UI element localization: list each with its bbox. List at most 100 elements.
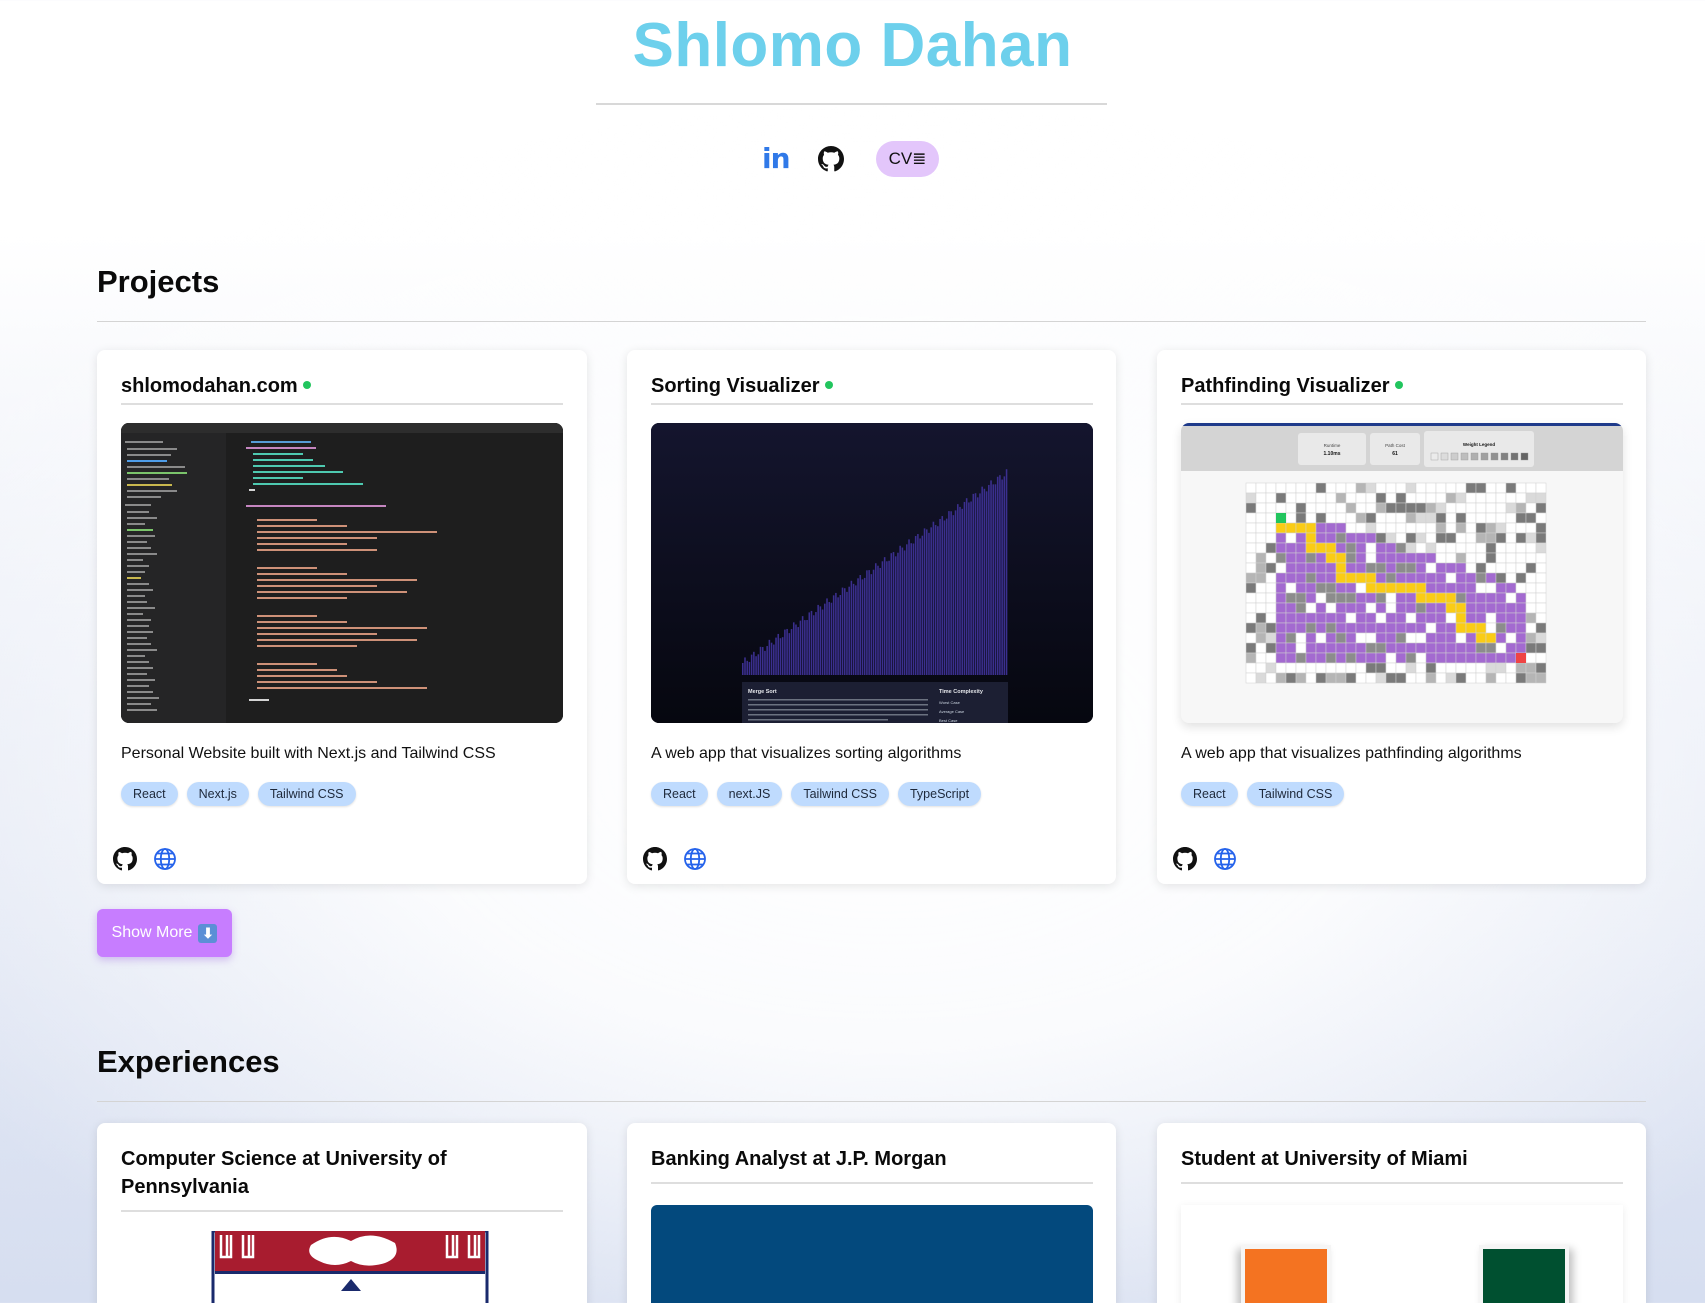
show-more-button[interactable]: Show More ⬇ bbox=[97, 909, 232, 957]
sort-bar bbox=[770, 642, 773, 675]
globe-icon[interactable] bbox=[683, 847, 707, 871]
grid-cell bbox=[1415, 642, 1427, 654]
github-icon[interactable] bbox=[818, 146, 844, 172]
grid-cell bbox=[1415, 562, 1427, 574]
grid-cell bbox=[1345, 652, 1357, 664]
sort-bar bbox=[804, 620, 806, 675]
grid-cell bbox=[1365, 592, 1377, 604]
sort-bar bbox=[888, 560, 890, 675]
grid-cell bbox=[1355, 552, 1367, 564]
grid-cell bbox=[1345, 512, 1357, 524]
grid-cell bbox=[1455, 632, 1467, 644]
grid-cell bbox=[1345, 572, 1357, 584]
grid-cell bbox=[1535, 522, 1547, 534]
grid-cell bbox=[1365, 492, 1377, 504]
project-screenshot[interactable]: Merge Sort Time Complexity Worst Case Av… bbox=[651, 423, 1093, 723]
project-screenshot[interactable]: Runtime 1.10ms Path Cost 61 Weight Legen… bbox=[1181, 423, 1623, 723]
grid-cell bbox=[1465, 492, 1477, 504]
card-divider bbox=[1181, 403, 1623, 405]
grid-cell bbox=[1275, 562, 1287, 574]
grid-cell bbox=[1265, 602, 1277, 614]
experience-card: Student at University of Miami bbox=[1157, 1123, 1646, 1303]
grid-cell bbox=[1525, 662, 1537, 674]
grid-cell bbox=[1425, 632, 1437, 644]
grid-cell bbox=[1275, 522, 1287, 534]
grid-cell bbox=[1475, 612, 1487, 624]
sort-bar bbox=[870, 574, 873, 675]
sort-bar bbox=[988, 484, 990, 675]
grid-cell bbox=[1475, 642, 1487, 654]
grid-cell bbox=[1315, 582, 1327, 594]
grid-cell bbox=[1285, 542, 1297, 554]
grid-cell bbox=[1395, 512, 1407, 524]
grid-cell bbox=[1425, 662, 1437, 674]
grid-cell bbox=[1295, 512, 1307, 524]
grid-cell bbox=[1475, 572, 1487, 584]
grid-cell bbox=[1515, 662, 1527, 674]
grid-cell bbox=[1295, 572, 1307, 584]
grid-cell bbox=[1425, 642, 1437, 654]
github-icon[interactable] bbox=[1173, 847, 1197, 871]
grid-cell bbox=[1415, 482, 1427, 494]
grid-cell bbox=[1425, 482, 1437, 494]
sort-bar bbox=[866, 570, 868, 675]
project-title[interactable]: shlomodahan.com bbox=[121, 372, 311, 400]
grid-cell bbox=[1425, 622, 1437, 634]
grid-cell bbox=[1245, 522, 1257, 534]
grid-cell bbox=[1535, 672, 1547, 684]
grid-cell bbox=[1495, 582, 1507, 594]
grid-cell bbox=[1425, 512, 1437, 524]
grid-cell bbox=[1505, 552, 1517, 564]
project-title[interactable]: Pathfinding Visualizer bbox=[1181, 372, 1403, 400]
grid-cell bbox=[1535, 602, 1547, 614]
grid-cell bbox=[1295, 652, 1307, 664]
grid-cell bbox=[1465, 562, 1477, 574]
legend-swatch bbox=[1440, 452, 1449, 461]
grid-cell bbox=[1245, 562, 1257, 574]
sort-bar bbox=[928, 532, 930, 675]
grid-cell bbox=[1355, 562, 1367, 574]
sort-bar bbox=[744, 657, 746, 675]
grid-cell bbox=[1515, 532, 1527, 544]
globe-icon[interactable] bbox=[1213, 847, 1237, 871]
grid-cell bbox=[1255, 602, 1267, 614]
grid-cell bbox=[1265, 582, 1277, 594]
grid-cell bbox=[1275, 502, 1287, 514]
grid-cell bbox=[1425, 612, 1437, 624]
grid-cell bbox=[1285, 652, 1297, 664]
sort-bar bbox=[755, 656, 757, 675]
sort-bar bbox=[742, 663, 744, 675]
globe-icon[interactable] bbox=[153, 847, 177, 871]
sort-bar bbox=[959, 506, 961, 675]
grid-cell bbox=[1305, 642, 1317, 654]
project-screenshot[interactable] bbox=[121, 423, 563, 723]
experiences-heading: Experiences bbox=[97, 1044, 280, 1079]
sort-bar bbox=[894, 556, 897, 675]
github-icon[interactable] bbox=[643, 847, 667, 871]
grid-cell bbox=[1455, 532, 1467, 544]
grid-cell bbox=[1465, 552, 1477, 564]
grid-cell bbox=[1515, 552, 1527, 564]
grid-cell bbox=[1505, 522, 1517, 534]
grid-cell bbox=[1535, 592, 1547, 604]
sort-bar bbox=[812, 615, 815, 675]
grid-cell bbox=[1305, 622, 1317, 634]
grid-cell bbox=[1295, 532, 1307, 544]
project-title[interactable]: Sorting Visualizer bbox=[651, 372, 833, 400]
grid-cell bbox=[1465, 532, 1477, 544]
sort-bar bbox=[750, 654, 753, 675]
linkedin-icon[interactable]: in bbox=[762, 142, 791, 175]
github-icon[interactable] bbox=[113, 847, 137, 871]
grid-cell bbox=[1515, 632, 1527, 644]
grid-cell bbox=[1395, 502, 1407, 514]
grid-cell bbox=[1325, 642, 1337, 654]
grid-cell bbox=[1275, 482, 1287, 494]
grid-cell bbox=[1385, 542, 1397, 554]
projects-divider bbox=[97, 321, 1646, 322]
grid-cell bbox=[1395, 552, 1407, 564]
grid-cell bbox=[1465, 652, 1477, 664]
status-dot bbox=[824, 381, 833, 389]
sort-bar bbox=[908, 539, 910, 675]
grid-cell bbox=[1365, 602, 1377, 614]
cv-button[interactable]: CV≣ bbox=[876, 141, 939, 177]
